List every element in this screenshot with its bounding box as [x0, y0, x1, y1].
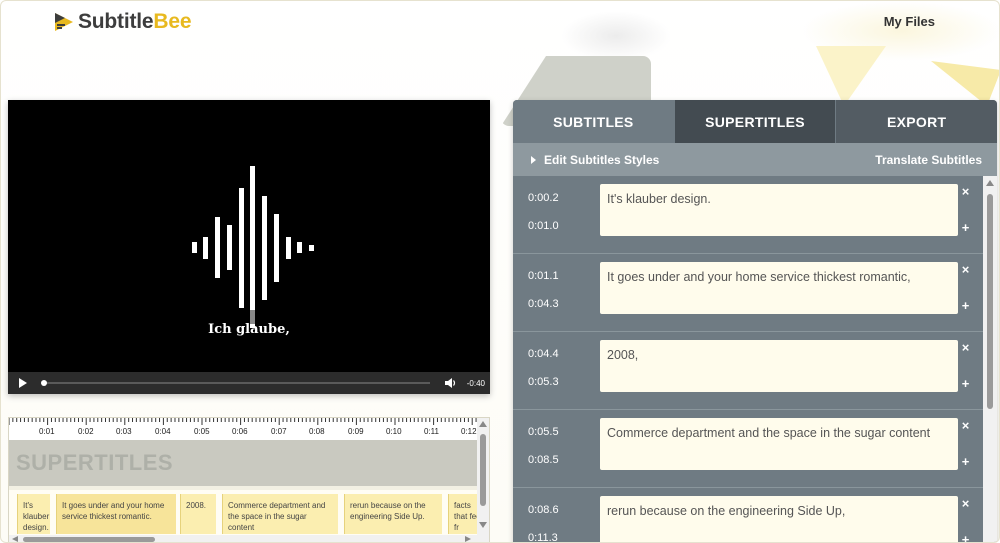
- tab-subtitles[interactable]: SUBTITLES: [513, 100, 674, 143]
- video-controls: -0:40: [8, 372, 490, 394]
- scrollbar-thumb[interactable]: [987, 194, 993, 409]
- my-files-link[interactable]: My Files: [884, 14, 935, 29]
- logo-text: SubtitleBee: [78, 10, 192, 33]
- tab-export[interactable]: EXPORT: [836, 100, 997, 143]
- bee-logo-icon: [55, 13, 73, 31]
- background-shape: [816, 46, 886, 106]
- video-caption: Ich glaube,: [208, 322, 290, 337]
- add-subtitle-button[interactable]: +: [958, 298, 973, 313]
- panel-tabs: SUBTITLES SUPERTITLES EXPORT: [513, 100, 997, 143]
- end-time[interactable]: 0:11.3: [528, 532, 558, 542]
- panel-toolbar: Edit Subtitles Styles Translate Subtitle…: [513, 143, 997, 176]
- supertitles-track[interactable]: SUPERTITLES: [9, 440, 477, 486]
- end-time[interactable]: 0:05.3: [528, 376, 559, 388]
- add-subtitle-button[interactable]: +: [958, 376, 973, 391]
- tick-label: 0:04: [155, 427, 171, 436]
- tick-label: 0:10: [386, 427, 402, 436]
- remove-subtitle-button[interactable]: ×: [958, 418, 973, 433]
- tick-label: 0:06: [232, 427, 248, 436]
- start-time[interactable]: 0:08.6: [528, 504, 559, 516]
- timeline-ruler: 0:01 0:02 0:03 0:04 0:05 0:06 0:07 0:08 …: [9, 418, 479, 440]
- end-time[interactable]: 0:08.5: [528, 454, 559, 466]
- timeline-clip[interactable]: It's klauber design.: [17, 494, 50, 534]
- start-time[interactable]: 0:00.2: [528, 192, 559, 204]
- supertitles-track-label: SUPERTITLES: [16, 450, 174, 475]
- timeline-horizontal-scrollbar[interactable]: [9, 535, 479, 542]
- scrollbar-thumb[interactable]: [480, 434, 486, 506]
- video-player[interactable]: Ich glaube, -0:40: [8, 100, 490, 394]
- subtitle-text-field[interactable]: rerun because on the engineering Side Up…: [600, 496, 958, 542]
- add-subtitle-button[interactable]: +: [958, 454, 973, 469]
- timeline-clip[interactable]: rerun because on the engineering Side Up…: [344, 494, 442, 534]
- timeline-clip[interactable]: It goes under and your home service thic…: [56, 494, 176, 534]
- edit-styles-label: Edit Subtitles Styles: [544, 152, 660, 167]
- scroll-up-icon[interactable]: [479, 421, 487, 427]
- end-time[interactable]: 0:01.0: [528, 220, 559, 232]
- background-glow: [561, 11, 671, 61]
- tick-label: 0:07: [271, 427, 287, 436]
- scrollbar-thumb[interactable]: [23, 537, 155, 542]
- subtitle-row: 0:01.1 0:04.3 It goes under and your hom…: [513, 254, 983, 332]
- tick-label: 0:02: [78, 427, 94, 436]
- remove-subtitle-button[interactable]: ×: [958, 262, 973, 277]
- subtitle-list-scrollbar[interactable]: [983, 176, 997, 542]
- time-remaining: -0:40: [466, 378, 485, 388]
- remove-subtitle-button[interactable]: ×: [958, 340, 973, 355]
- tick-label: 0:11: [424, 427, 439, 436]
- scroll-down-icon[interactable]: [479, 522, 487, 528]
- add-subtitle-button[interactable]: +: [958, 220, 973, 235]
- progress-knob[interactable]: [41, 380, 47, 386]
- subtitle-text-field[interactable]: Commerce department and the space in the…: [600, 418, 958, 470]
- remove-subtitle-button[interactable]: ×: [958, 496, 973, 511]
- timeline-clip[interactable]: 2008.: [180, 494, 216, 534]
- progress-track: [43, 382, 430, 384]
- progress-bar[interactable]: [38, 372, 440, 394]
- caret-right-icon: [531, 155, 536, 164]
- edit-subtitles-styles-button[interactable]: Edit Subtitles Styles: [531, 153, 659, 167]
- remove-subtitle-button[interactable]: ×: [958, 184, 973, 199]
- tick-label: 0:09: [348, 427, 364, 436]
- tick-label: 0:01: [39, 427, 55, 436]
- subtitle-editor-panel: SUBTITLES SUPERTITLES EXPORT Edit Subtit…: [513, 100, 997, 542]
- subtitle-row: 0:08.6 0:11.3 rerun because on the engin…: [513, 488, 983, 542]
- scroll-right-icon[interactable]: [465, 536, 471, 542]
- scroll-up-icon[interactable]: [986, 180, 994, 186]
- tab-supertitles[interactable]: SUPERTITLES: [674, 100, 836, 143]
- timeline[interactable]: 0:01 0:02 0:03 0:04 0:05 0:06 0:07 0:08 …: [8, 417, 490, 542]
- subtitle-text-field[interactable]: 2008,: [600, 340, 958, 392]
- subtitle-text-field[interactable]: It goes under and your home service thic…: [600, 262, 958, 314]
- subtitle-row: 0:04.4 0:05.3 2008, × +: [513, 332, 983, 410]
- add-subtitle-button[interactable]: +: [958, 532, 973, 542]
- tick-label: 0:05: [194, 427, 210, 436]
- logo[interactable]: SubtitleBee: [53, 10, 192, 34]
- subtitle-list: 0:00.2 0:01.0 It's klauber design. × + 0…: [513, 176, 983, 542]
- timeline-clip[interactable]: Commerce department and the space in the…: [222, 494, 338, 534]
- start-time[interactable]: 0:04.4: [528, 348, 559, 360]
- end-time[interactable]: 0:04.3: [528, 298, 559, 310]
- app-frame: SubtitleBee My Files Ich glaube, -0:40 0…: [0, 0, 1000, 543]
- play-icon[interactable]: [8, 372, 38, 394]
- subtitle-row: 0:05.5 0:08.5 Commerce department and th…: [513, 410, 983, 488]
- tick-label: 0:03: [116, 427, 132, 436]
- translate-subtitles-button[interactable]: Translate Subtitles: [875, 153, 982, 167]
- start-time[interactable]: 0:05.5: [528, 426, 559, 438]
- tick-label: 0:12: [461, 427, 477, 436]
- subtitle-text-field[interactable]: It's klauber design.: [600, 184, 958, 236]
- start-time[interactable]: 0:01.1: [528, 270, 559, 282]
- scroll-left-icon[interactable]: [12, 536, 18, 542]
- volume-icon[interactable]: [440, 372, 462, 394]
- timeline-vertical-scrollbar[interactable]: [477, 418, 489, 542]
- subtitle-row: 0:00.2 0:01.0 It's klauber design. × +: [513, 176, 983, 254]
- tick-label: 0:08: [309, 427, 325, 436]
- subtitles-track[interactable]: It's klauber design. It goes under and y…: [9, 490, 488, 536]
